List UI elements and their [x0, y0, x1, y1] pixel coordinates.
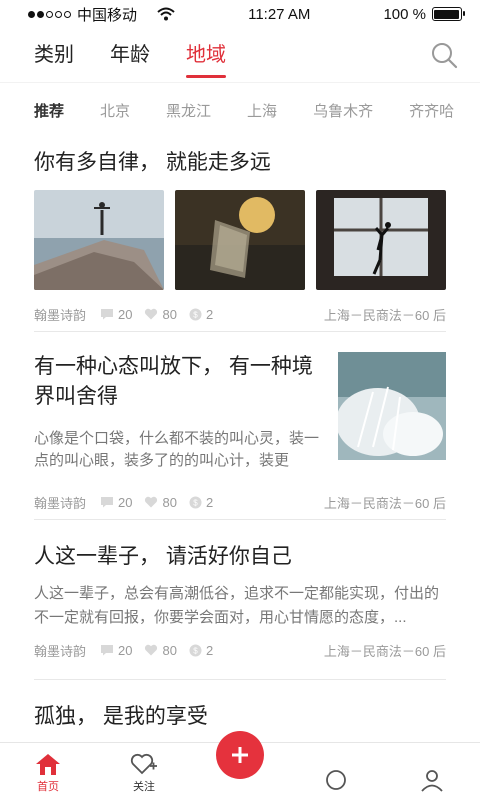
- coin-icon: $: [189, 308, 202, 320]
- post-meta: 翰墨诗韵 20 80 $ 2 上海－民商法－60 后: [34, 486, 446, 518]
- follow-icon: [130, 753, 157, 775]
- tab-category[interactable]: 类别: [34, 28, 74, 82]
- post-image-glass[interactable]: [175, 190, 305, 290]
- like-count[interactable]: 80: [144, 643, 177, 658]
- region-tab-qiqihar[interactable]: 齐齐哈: [409, 100, 454, 121]
- post-meta: 翰墨诗韵 20 80 $ 2 上海－民商法－60 后: [34, 298, 446, 330]
- post-author[interactable]: 翰墨诗韵: [34, 641, 86, 660]
- comment-icon: [101, 309, 114, 320]
- comment-count[interactable]: 20: [100, 495, 132, 510]
- status-time: 11:27 AM: [248, 5, 311, 23]
- profile-icon: [421, 770, 443, 792]
- tab-age[interactable]: 年龄: [110, 28, 150, 82]
- post-title[interactable]: 人这一辈子， 请活好你自己: [34, 542, 446, 572]
- post-location: 上海－民商法－60 后: [323, 307, 446, 323]
- status-bar: 中国移动 11:27 AM 100 %: [0, 0, 480, 28]
- add-post-button[interactable]: [216, 731, 264, 779]
- post-card[interactable]: 你有多自律， 就能走多远 翰墨诗韵 20 80 $ 2 上海－民商法－60 后: [34, 138, 446, 332]
- region-tab-urumqi[interactable]: 乌鲁木齐: [313, 100, 373, 121]
- post-excerpt: 人这一辈子，总会有高潮低谷，追求不一定都能实现，付出的不一定就有回报，你要学会面…: [34, 585, 440, 626]
- coin-count[interactable]: $ 2: [189, 643, 213, 658]
- signal-icon: [28, 10, 71, 18]
- nav-item-4[interactable]: [306, 768, 366, 794]
- post-author[interactable]: 翰墨诗韵: [34, 305, 86, 324]
- like-count[interactable]: 80: [144, 307, 177, 322]
- search-icon[interactable]: [430, 41, 458, 69]
- post-card[interactable]: 人这一辈子， 请活好你自己 人这一辈子，总会有高潮低谷，追求不一定都能实现，付出…: [34, 520, 446, 680]
- battery-icon: [431, 7, 465, 21]
- region-tab-shanghai[interactable]: 上海: [247, 100, 277, 121]
- svg-text:$: $: [193, 646, 198, 655]
- nav-follow[interactable]: 关注: [114, 752, 174, 794]
- region-tabs: 推荐 北京 黑龙江 上海 乌鲁木齐 齐齐哈: [0, 82, 480, 138]
- nav-follow-label: 关注: [133, 781, 155, 793]
- post-image-dancer[interactable]: [316, 190, 446, 290]
- feed: 你有多自律， 就能走多远 翰墨诗韵 20 80 $ 2 上海－民商法－60 后 …: [0, 138, 480, 732]
- post-excerpt: 心像是个口袋，什么都不装的叫心灵，装一点的叫心眼，装多了的的叫心计，装更: [34, 430, 320, 469]
- post-title[interactable]: 你有多自律， 就能走多远: [34, 148, 446, 178]
- post-images: [34, 190, 446, 290]
- svg-text:$: $: [193, 498, 198, 507]
- post-author[interactable]: 翰墨诗韵: [34, 493, 86, 512]
- nav-home[interactable]: 首页: [18, 752, 78, 794]
- post-meta: 翰墨诗韵 20 80 $ 2 上海－民商法－60 后: [34, 634, 446, 666]
- coin-icon: $: [189, 644, 202, 656]
- nav-item-5[interactable]: [402, 768, 462, 794]
- status-right: 100 %: [383, 5, 465, 23]
- heart-icon: [145, 308, 158, 320]
- post-location: 上海－民商法－60 后: [323, 495, 446, 511]
- bottom-nav: 首页 关注: [0, 731, 480, 800]
- comment-icon: [101, 645, 114, 656]
- status-left: 中国移动: [28, 4, 175, 25]
- wifi-icon: [157, 7, 175, 21]
- tab-region[interactable]: 地域: [186, 28, 226, 82]
- heart-icon: [145, 644, 158, 656]
- comment-count[interactable]: 20: [100, 307, 132, 322]
- top-tabs: 类别 年龄 地域: [0, 28, 480, 82]
- post-image-yoga[interactable]: [34, 190, 164, 290]
- plus-icon: [232, 747, 248, 763]
- region-tab-recommend[interactable]: 推荐: [34, 100, 64, 121]
- like-count[interactable]: 80: [144, 495, 177, 510]
- coin-icon: $: [189, 496, 202, 508]
- post-card[interactable]: 孤独， 是我的享受: [34, 680, 446, 732]
- coin-count[interactable]: $ 2: [189, 495, 213, 510]
- home-icon: [36, 754, 60, 775]
- nav-icon-4: [326, 770, 346, 790]
- region-tab-heilongjiang[interactable]: 黑龙江: [166, 100, 211, 121]
- comment-count[interactable]: 20: [100, 643, 132, 658]
- carrier-label: 中国移动: [77, 6, 138, 24]
- post-title[interactable]: 孤独， 是我的享受: [34, 702, 446, 732]
- post-location: 上海－民商法－60 后: [323, 643, 446, 659]
- battery-percent: 100 %: [383, 5, 426, 23]
- post-title[interactable]: 有一种心态叫放下， 有一种境界叫舍得: [34, 352, 330, 412]
- svg-text:$: $: [193, 310, 198, 319]
- comment-icon: [101, 497, 114, 508]
- coin-count[interactable]: $ 2: [189, 307, 213, 322]
- post-card[interactable]: 有一种心态叫放下， 有一种境界叫舍得 心像是个口袋，什么都不装的叫心灵，装一点的…: [34, 332, 446, 520]
- nav-home-label: 首页: [37, 781, 59, 793]
- region-tab-beijing[interactable]: 北京: [100, 100, 130, 121]
- heart-icon: [145, 496, 158, 508]
- post-image-frost[interactable]: [338, 352, 446, 460]
